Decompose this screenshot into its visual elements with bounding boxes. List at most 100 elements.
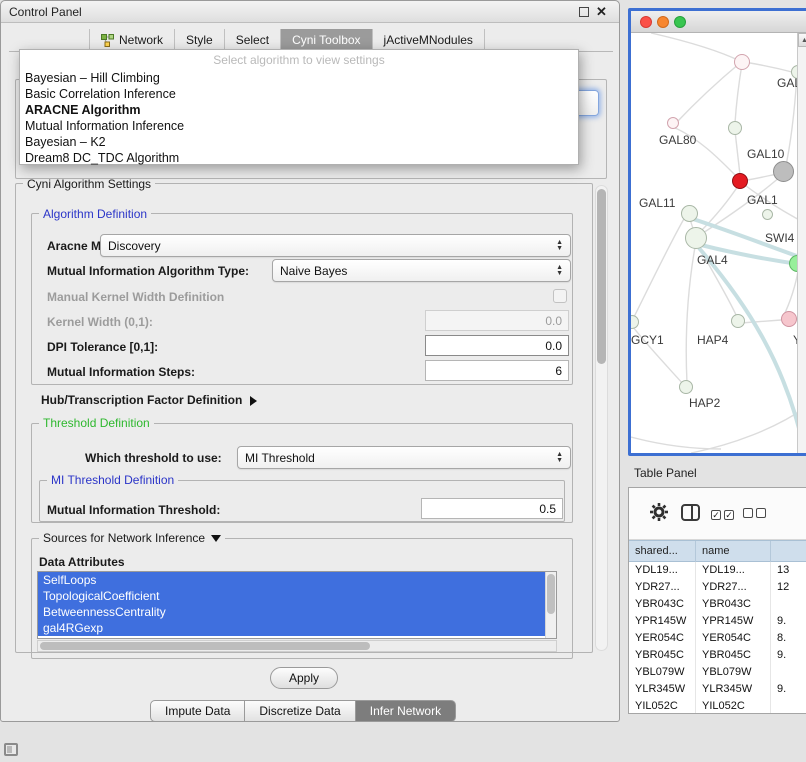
node-label: HAP2 [689, 396, 720, 410]
dropdown-item-aracne[interactable]: ARACNE Algorithm [20, 102, 578, 118]
network-node[interactable] [731, 314, 745, 328]
desktop: Control Panel ✕ Network Style Select Cyn… [0, 0, 806, 762]
table-row[interactable]: YPR145WYPR145W9. [629, 613, 806, 630]
network-window-titlebar[interactable] [631, 11, 806, 33]
table-row[interactable]: YIL052CYIL052C [629, 698, 806, 713]
table-row[interactable]: YBR043CYBR043C [629, 596, 806, 613]
dropdown-item-dream8[interactable]: Dream8 DC_TDC Algorithm [20, 150, 578, 166]
table-row[interactable]: YDR27...YDR27...12 [629, 579, 806, 596]
mi-type-select[interactable]: Naive Bayes ▲▼ [272, 259, 571, 282]
node-label: SWI4 [765, 231, 794, 245]
sources-header[interactable]: Sources for Network Inference [39, 531, 225, 545]
column-header[interactable] [771, 541, 806, 562]
deselect-all-icon[interactable] [743, 507, 769, 521]
tab-select[interactable]: Select [225, 29, 281, 51]
tab-infer-network[interactable]: Infer Network [356, 700, 456, 722]
control-panel-titlebar[interactable]: Control Panel ✕ [1, 1, 619, 23]
table-body: YDL19...YDL19...13 YDR27...YDR27...12 YB… [629, 562, 806, 713]
node-label: GAL10 [747, 147, 784, 161]
dropdown-placeholder: Select algorithm to view settings [20, 50, 578, 70]
dpi-tolerance-label: DPI Tolerance [0,1]: [47, 340, 158, 354]
scrollbar-thumb[interactable] [547, 574, 555, 614]
list-item[interactable]: TopologicalCoefficient [38, 588, 545, 604]
hub-section-header[interactable]: Hub/Transcription Factor Definition [41, 393, 257, 407]
tab-cyni-toolbox[interactable]: Cyni Toolbox [281, 29, 372, 51]
hub-section-label: Hub/Transcription Factor Definition [41, 393, 242, 407]
network-node-gal4[interactable] [685, 227, 707, 249]
column-header[interactable]: shared... [629, 541, 696, 562]
restore-panel-icon[interactable] [4, 743, 18, 756]
network-node-gal1[interactable] [762, 209, 773, 220]
aracne-mode-select[interactable]: Discovery ▲▼ [100, 234, 571, 257]
tab-style[interactable]: Style [175, 29, 225, 51]
network-node[interactable] [667, 117, 679, 129]
network-node-selected[interactable] [732, 173, 748, 189]
cell: YPR145W [629, 613, 696, 630]
list-item[interactable]: BetweennessCentrality [38, 604, 545, 620]
mi-threshold-field[interactable]: 0.5 [421, 498, 563, 519]
scrollbar-thumb[interactable] [40, 642, 370, 650]
mi-steps-field[interactable]: 6 [425, 360, 569, 381]
node-label: GCY1 [631, 333, 664, 347]
cell: YBR043C [629, 596, 696, 613]
network-node-gal11[interactable] [681, 205, 698, 222]
zoom-traffic-light-icon[interactable] [674, 16, 686, 28]
mi-threshold-label: Mutual Information Threshold: [47, 503, 220, 517]
close-traffic-light-icon[interactable] [640, 16, 652, 28]
cell: 8. [771, 630, 806, 647]
list-item[interactable]: SelfLoops [38, 572, 545, 588]
apply-button[interactable]: Apply [270, 667, 338, 689]
chevron-right-icon [250, 396, 257, 406]
dropdown-item-bayesian-hill[interactable]: Bayesian – Hill Climbing [20, 70, 578, 86]
cell [771, 664, 806, 681]
table-row[interactable]: YBR045CYBR045C9. [629, 647, 806, 664]
network-node[interactable] [781, 311, 797, 327]
network-node-hap2[interactable] [679, 380, 693, 394]
network-node[interactable] [734, 54, 750, 70]
list-scrollbar[interactable] [545, 572, 556, 638]
table-toolbar: ✓✓ [629, 488, 806, 540]
list-hscrollbar[interactable] [37, 640, 557, 652]
dropdown-item-bayesian-k2[interactable]: Bayesian – K2 [20, 134, 578, 150]
dropdown-item-mutual-info[interactable]: Mutual Information Inference [20, 118, 578, 134]
table-row[interactable]: YLR345WYLR345W9. [629, 681, 806, 698]
network-node-gal10[interactable] [773, 161, 794, 182]
mi-steps-label: Mutual Information Steps: [47, 365, 195, 379]
which-threshold-label: Which threshold to use: [85, 451, 222, 465]
tab-label: Network [119, 33, 163, 47]
minimize-traffic-light-icon[interactable] [657, 16, 669, 28]
manual-kernel-checkbox[interactable] [553, 289, 567, 303]
table-row[interactable]: YDL19...YDL19...13 [629, 562, 806, 579]
tab-network[interactable]: Network [89, 29, 175, 51]
network-view-window[interactable]: GAL GAL80 GAL10 GAL11 GAL1 SWI4 GAL4 GCY… [628, 8, 806, 456]
select-all-icon[interactable]: ✓✓ [711, 507, 737, 521]
which-threshold-select[interactable]: MI Threshold ▲▼ [237, 446, 571, 469]
table-row[interactable]: YBL079WYBL079W [629, 664, 806, 681]
column-selector-icon[interactable] [681, 504, 700, 521]
table-row[interactable]: YER054CYER054C8. [629, 630, 806, 647]
network-scrollbar[interactable]: ▲ [797, 33, 806, 453]
tab-discretize-data[interactable]: Discretize Data [245, 700, 355, 722]
network-canvas[interactable]: GAL GAL80 GAL10 GAL11 GAL1 SWI4 GAL4 GCY… [631, 33, 806, 453]
cell: YBR045C [696, 647, 771, 664]
data-attributes-list[interactable]: SelfLoops TopologicalCoefficient Between… [37, 571, 557, 639]
data-attributes-label: Data Attributes [39, 555, 125, 569]
float-window-icon[interactable] [579, 7, 589, 17]
dropdown-item-basic-correlation[interactable]: Basic Correlation Inference [20, 86, 578, 102]
dpi-tolerance-field[interactable]: 0.0 [425, 335, 569, 356]
scrollbar-thumb[interactable] [597, 189, 606, 364]
node-label: GAL1 [747, 193, 778, 207]
tab-impute-data[interactable]: Impute Data [150, 700, 245, 722]
table-panel-title: Table Panel [634, 466, 697, 480]
network-node[interactable] [728, 121, 742, 135]
scroll-up-icon[interactable]: ▲ [798, 33, 806, 47]
chevron-updown-icon: ▲▼ [556, 452, 563, 463]
close-icon[interactable]: ✕ [596, 4, 607, 20]
gear-icon[interactable] [649, 502, 669, 522]
which-threshold-value: MI Threshold [245, 451, 315, 465]
column-header[interactable]: name [696, 541, 771, 562]
tab-jactivemnodules[interactable]: jActiveMNodules [373, 29, 485, 51]
manual-kernel-label: Manual Kernel Width Definition [47, 290, 224, 304]
list-item[interactable]: gal4RGexp [38, 620, 545, 636]
settings-scrollbar[interactable] [595, 185, 608, 651]
